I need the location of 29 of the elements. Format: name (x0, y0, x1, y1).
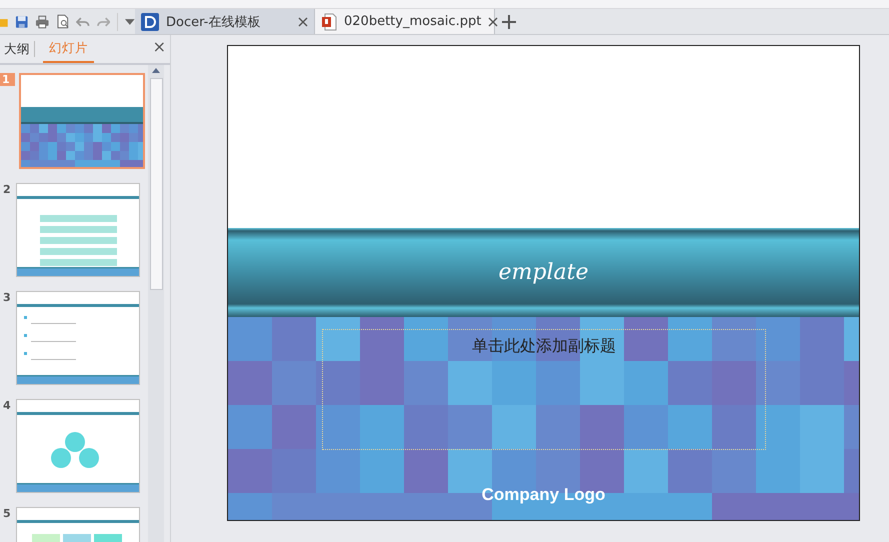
slide-title: emplate (498, 260, 588, 285)
dropdown-icon[interactable] (125, 18, 136, 24)
new-tab-icon[interactable] (502, 14, 516, 28)
slide-number: 5 (3, 507, 12, 520)
scroll-up-icon[interactable] (152, 68, 160, 73)
print-icon[interactable] (35, 14, 50, 28)
preview-icon[interactable] (56, 14, 70, 29)
slide-number: 2 (3, 183, 12, 196)
document-tab[interactable]: 020betty_mosaic.ppt (315, 9, 495, 34)
docer-logo-icon (141, 12, 159, 30)
close-icon[interactable] (298, 16, 308, 26)
undo-icon[interactable] (76, 16, 90, 28)
slide-number: 3 (3, 291, 12, 304)
slide-thumbnail[interactable] (16, 183, 140, 277)
close-icon[interactable] (488, 16, 498, 26)
panel-tab[interactable]: 大纲 (0, 36, 34, 62)
document-tab[interactable]: Docer-在线模板 (135, 9, 315, 34)
scrollbar[interactable] (148, 65, 164, 542)
save-icon[interactable] (14, 14, 28, 28)
slide-thumbnail[interactable] (19, 73, 145, 169)
subtitle-placeholder[interactable]: 单击此处添加副标题 (322, 329, 766, 450)
slide-thumbnail[interactable] (16, 399, 140, 493)
slide-number: 4 (3, 399, 12, 412)
scroll-thumb[interactable] (150, 78, 162, 290)
close-button[interactable]: × (152, 37, 166, 56)
slide-thumbnail[interactable] (16, 291, 140, 385)
slide-number: 1 (0, 73, 15, 86)
presentation-file-icon (321, 12, 337, 30)
company-logo-text: Company Logo (480, 485, 606, 505)
